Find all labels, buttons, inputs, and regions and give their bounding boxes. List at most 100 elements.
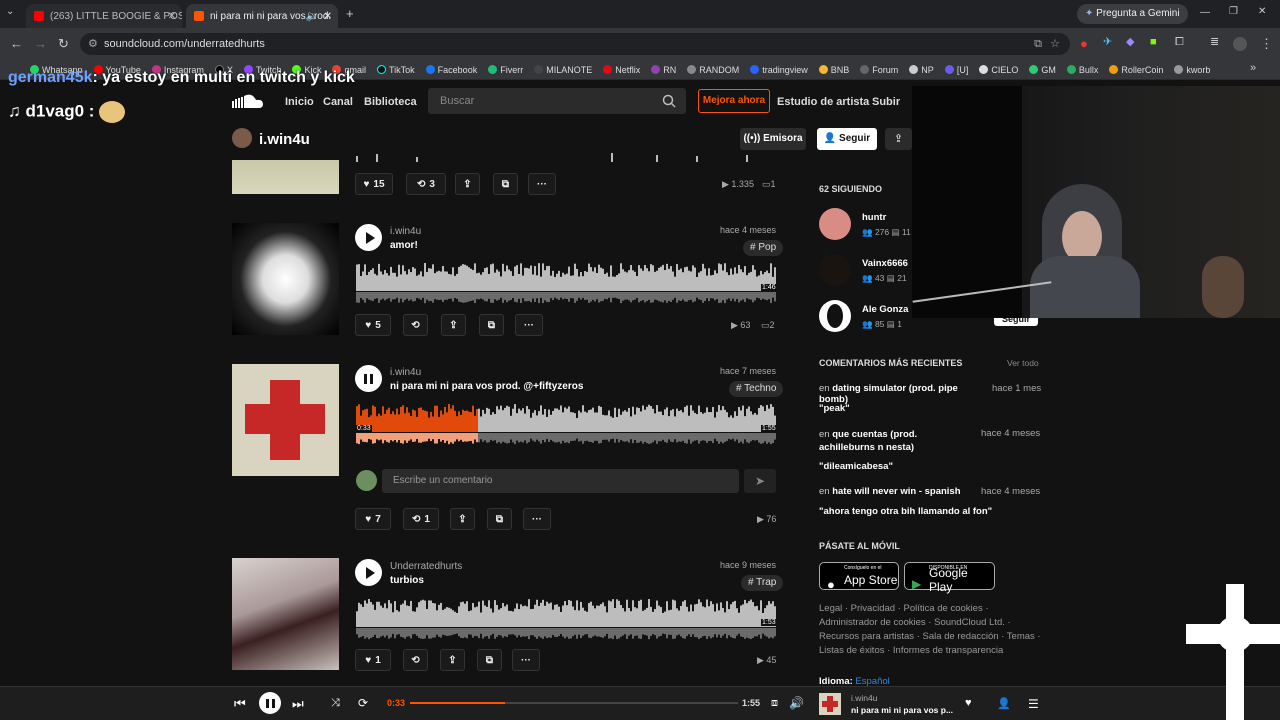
track-artwork[interactable] xyxy=(232,558,339,670)
following-avatar[interactable] xyxy=(819,208,851,240)
maximize-icon[interactable]: ❐ xyxy=(1229,7,1238,17)
track-artwork[interactable] xyxy=(232,223,339,335)
minimize-icon[interactable]: — xyxy=(1200,8,1210,18)
close-tab-icon[interactable]: ✕ xyxy=(168,11,176,22)
nav-library[interactable]: Biblioteca xyxy=(364,96,417,108)
comment-track-link[interactable]: que cuentas (prod. achilleburns n nesta) xyxy=(819,429,917,453)
like-button[interactable]: ♥ 1 xyxy=(355,649,391,671)
copy-link-button[interactable]: ⧉ xyxy=(477,649,502,671)
comment-track-link[interactable]: dating simulator (prod. pipe bomb) xyxy=(819,383,958,405)
track-user[interactable]: i.win4u xyxy=(390,367,421,378)
bookmark-bnb[interactable]: BNB xyxy=(818,65,849,75)
browser-menu-icon[interactable]: ⋮ xyxy=(1260,37,1273,50)
genre-tag[interactable]: # Pop xyxy=(743,240,784,256)
footer-links[interactable]: Legal · Privacidad · Política de cookies… xyxy=(819,602,1044,658)
player-pause-button[interactable] xyxy=(259,692,281,714)
bookmark-netflix[interactable]: Netflix xyxy=(603,65,640,75)
bookmark-kworb[interactable]: kworb xyxy=(1174,65,1210,75)
nav-artist-studio[interactable]: Estudio de artista xyxy=(777,96,869,108)
repost-button[interactable]: ⟲ 1 xyxy=(403,508,439,530)
track-user[interactable]: i.win4u xyxy=(390,226,421,237)
genre-tag[interactable]: # Trap xyxy=(741,575,784,591)
upgrade-button[interactable]: Mejora ahora xyxy=(698,89,770,113)
bookmark-np[interactable]: NP xyxy=(909,65,934,75)
nav-upload[interactable]: Subir xyxy=(872,96,900,108)
copy-link-button[interactable]: ⧉ xyxy=(487,508,512,530)
player-progress-track[interactable] xyxy=(410,702,738,704)
track-title[interactable]: turbios xyxy=(390,575,424,586)
following-avatar[interactable] xyxy=(819,300,851,332)
profile-avatar[interactable] xyxy=(1233,37,1247,51)
like-button[interactable]: ♥ 7 xyxy=(355,508,391,530)
window-close-icon[interactable]: ✕ xyxy=(1258,7,1266,17)
extension-icon[interactable]: ◆ xyxy=(1126,37,1134,48)
like-button[interactable]: ♥ 15 xyxy=(355,173,393,195)
close-tab-icon[interactable]: ✕ xyxy=(324,11,332,22)
extension-icon[interactable]: ■ xyxy=(1150,37,1157,48)
audio-playing-icon[interactable]: 🔈 xyxy=(306,11,318,22)
install-app-icon[interactable]: ⧉ xyxy=(1034,33,1042,55)
play-button[interactable] xyxy=(355,559,382,586)
bookmark-u[interactable]: [U] xyxy=(944,65,968,75)
track-user[interactable]: Underratedhurts xyxy=(390,561,462,572)
pause-button[interactable] xyxy=(355,365,382,392)
repeat-icon[interactable]: ⟳ xyxy=(358,696,368,710)
copy-link-button[interactable]: ⧉ xyxy=(493,173,518,195)
queue-icon[interactable]: ☰ xyxy=(1028,697,1039,711)
shuffle-icon[interactable]: ⤨ xyxy=(331,697,340,710)
tab-youtube[interactable]: (263) LITTLE BOOGIE & POST M ✕ xyxy=(26,4,182,28)
bookmark-facebook[interactable]: Facebook xyxy=(425,65,477,75)
search-icon[interactable] xyxy=(662,94,676,108)
repost-button[interactable]: ⟲ 3 xyxy=(406,173,446,195)
bookmark-milanote[interactable]: MILANOTE xyxy=(534,65,592,75)
player-title[interactable]: ni para mi ni para vos p... xyxy=(851,705,953,715)
repost-button[interactable]: ⟲ xyxy=(403,314,428,336)
following-name[interactable]: Ale Gonza xyxy=(862,304,908,315)
play-button[interactable] xyxy=(355,224,382,251)
send-comment-button[interactable]: ➤ xyxy=(744,469,776,493)
google-play-button[interactable]: ▶ DISPONIBLE EN Google Play xyxy=(904,562,995,594)
repost-button[interactable]: ⟲ xyxy=(403,649,428,671)
bookmark-cielo[interactable]: CIELO xyxy=(979,65,1018,75)
tab-list-icon[interactable]: ⌄ xyxy=(6,7,14,17)
bookmark-forum[interactable]: Forum xyxy=(860,65,898,75)
nav-home[interactable]: Inicio xyxy=(285,96,314,108)
track-title[interactable]: ni para mi ni para vos prod. @+fiftyzero… xyxy=(390,381,583,392)
share-button[interactable]: ⇪ xyxy=(441,314,466,336)
volume-icon[interactable]: 🔊 xyxy=(789,696,804,710)
cast-icon[interactable]: ⧈ xyxy=(771,697,778,710)
waveform[interactable] xyxy=(356,403,776,445)
share-button[interactable]: ⇪ xyxy=(455,173,480,195)
player-like-icon[interactable]: ♥ xyxy=(965,697,972,709)
nav-feed[interactable]: Canal xyxy=(323,96,353,108)
back-icon[interactable]: ← xyxy=(10,37,23,50)
tab-soundcloud[interactable]: ni para mi ni para vos prod. 🔈 ✕ xyxy=(186,4,338,28)
reload-icon[interactable]: ↻ xyxy=(58,37,69,50)
new-tab-icon[interactable]: + xyxy=(346,7,354,20)
soundcloud-logo-icon[interactable] xyxy=(232,93,264,109)
more-button[interactable]: ··· xyxy=(528,173,556,195)
player-artist[interactable]: i.win4u xyxy=(851,693,877,703)
track-artwork[interactable] xyxy=(232,364,339,476)
share-button[interactable]: ⇪ xyxy=(440,649,465,671)
following-name[interactable]: Vainx6666 xyxy=(862,258,908,269)
more-button[interactable]: ··· xyxy=(512,649,540,671)
bookmark-star-icon[interactable]: ☆ xyxy=(1050,33,1060,55)
bookmark-gm[interactable]: GM xyxy=(1029,65,1056,75)
following-name[interactable]: huntr xyxy=(862,212,886,223)
url-bar[interactable]: ⚙ soundcloud.com/underratedhurts ⧉ ☆ xyxy=(80,33,1070,55)
waveform[interactable] xyxy=(356,152,776,162)
like-button[interactable]: ♥ 5 xyxy=(355,314,391,336)
station-button[interactable]: ((•)) Emisora xyxy=(740,128,806,150)
app-store-button[interactable]: ● Consíguelo en el App Store xyxy=(819,562,899,592)
bookmark-rn[interactable]: RN xyxy=(651,65,676,75)
share-button[interactable]: ⇪ xyxy=(885,128,912,150)
bookmark-rollercoin[interactable]: RollerCoin xyxy=(1109,65,1163,75)
bookmark-random[interactable]: RANDOM xyxy=(687,65,739,75)
bookmark-tradingview[interactable]: tradingview xyxy=(750,65,808,75)
waveform[interactable] xyxy=(356,598,776,640)
see-all-link[interactable]: Ver todo xyxy=(1007,358,1039,368)
track-title[interactable]: amor! xyxy=(390,240,418,251)
bookmark-fiverr[interactable]: Fiverr xyxy=(488,65,523,75)
bookmark-tiktok[interactable]: TikTok xyxy=(377,65,415,75)
